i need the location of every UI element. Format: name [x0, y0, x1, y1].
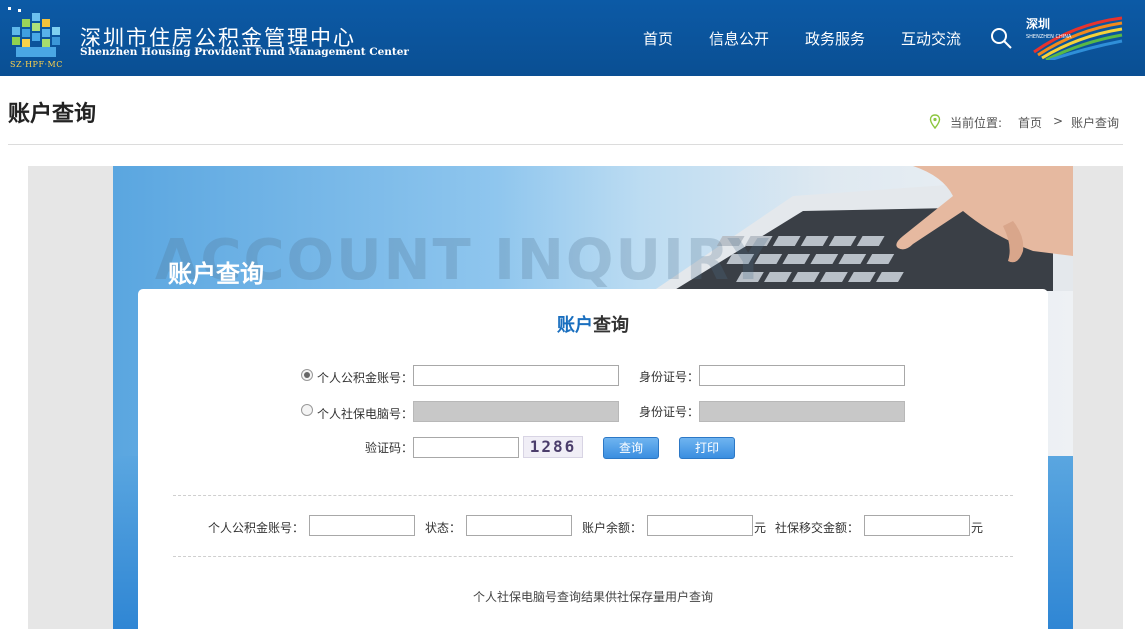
result-balance-value	[647, 515, 753, 536]
city-logo-cn: 深圳	[1026, 16, 1050, 31]
breadcrumb-home[interactable]: 首页	[1018, 114, 1042, 131]
id-number-input-2[interactable]	[699, 401, 905, 422]
title-divider	[8, 144, 1123, 145]
divider-bottom	[173, 556, 1013, 557]
org-logo-text: SZ·HPF·MC	[10, 60, 63, 69]
page-title: 账户查询	[8, 102, 97, 127]
result-balance-unit: 元	[754, 521, 767, 535]
query-button[interactable]: 查询	[603, 437, 659, 459]
result-status-value	[466, 515, 572, 536]
print-button[interactable]: 打印	[679, 437, 735, 459]
site-header: SZ·HPF·MC 深圳市住房公积金管理中心 Shenzhen Housing …	[0, 0, 1145, 76]
card-title-highlight: 账户	[557, 315, 593, 336]
id-number-input-1[interactable]	[699, 365, 905, 386]
result-account-label: 个人公积金账号：	[208, 521, 305, 535]
location-pin-icon	[929, 114, 941, 129]
id-number-label-2: 身份证号：	[639, 405, 700, 419]
shenzhen-city-logo-icon: 深圳 SHENZHEN CHINA	[1026, 16, 1123, 60]
card-title: 账户查询	[138, 311, 1048, 337]
social-security-label: 个人社保电脑号：	[317, 407, 414, 421]
query-card: 账户查询 个人公积金账号： 身份证号： 个人社保电脑号： 身份证号： 验证码： …	[138, 289, 1048, 629]
nav-home[interactable]: 首页	[643, 28, 673, 49]
id-number-label-1: 身份证号：	[639, 370, 700, 384]
captcha-input[interactable]	[413, 437, 519, 458]
radio-fund-account[interactable]	[301, 369, 313, 381]
footnote: 个人社保电脑号查询结果供社保存量用户查询	[472, 590, 713, 604]
search-icon[interactable]	[989, 26, 1013, 50]
result-balance-label: 账户余额：	[582, 521, 643, 535]
banner-chinese-title: 账户查询	[168, 260, 264, 288]
social-security-input[interactable]	[413, 401, 619, 422]
city-logo-en: SHENZHEN CHINA	[1026, 34, 1072, 40]
result-account-value	[309, 515, 415, 536]
fund-account-label: 个人公积金账号：	[317, 371, 414, 385]
nav-gov-services[interactable]: 政务服务	[805, 28, 865, 49]
result-transfer-unit: 元	[971, 521, 984, 535]
breadcrumb-separator: >	[1053, 114, 1064, 128]
result-status-label: 状态：	[425, 521, 462, 535]
divider-top	[173, 495, 1013, 496]
captcha-image[interactable]: 1286	[523, 436, 583, 458]
breadcrumb-current: 账户查询	[1071, 116, 1120, 130]
location-label: 当前位置:	[950, 116, 1003, 130]
org-name-en: Shenzhen Housing Provident Fund Manageme…	[80, 46, 409, 58]
nav-info-disclosure[interactable]: 信息公开	[709, 28, 769, 49]
result-transfer-value	[864, 515, 970, 536]
nav-interaction[interactable]: 互动交流	[901, 28, 961, 49]
result-transfer-label: 社保移交金额：	[775, 521, 860, 535]
fund-account-input[interactable]	[413, 365, 619, 386]
card-title-rest: 查询	[593, 315, 629, 336]
radio-social-security[interactable]	[301, 404, 313, 416]
captcha-label: 验证码：	[365, 441, 414, 455]
